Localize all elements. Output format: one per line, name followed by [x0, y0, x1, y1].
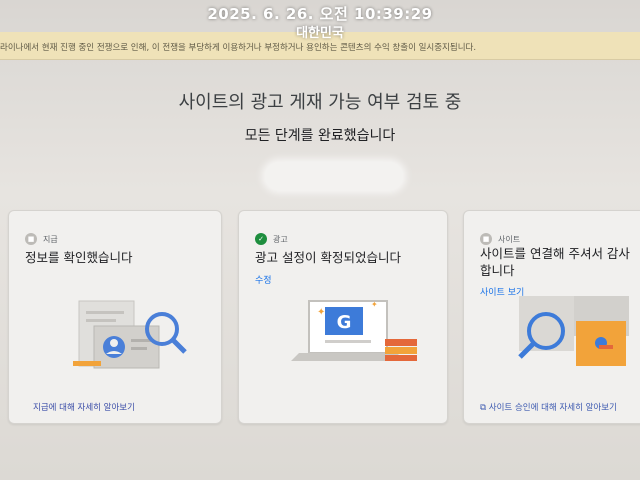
notice-text: 라이나에서 현재 진행 중인 전쟁으로 인해, 이 전쟁을 부당하게 이용하거나… [0, 43, 477, 53]
svg-text:✦: ✦ [317, 307, 325, 318]
payments-category-label: 지급 [43, 234, 58, 244]
ads-edit-link[interactable]: 수정 [255, 273, 272, 286]
pending-status-icon: ■ [480, 233, 492, 245]
payments-card: ■ 지급 정보를 확인했습니다 지급에 대해 자세히 알아보기 [8, 210, 222, 424]
svg-text:✦: ✦ [371, 300, 378, 309]
site-learn-more-link[interactable]: ⧉ 사이트 승인에 대해 자세히 알아보기 [480, 401, 617, 413]
site-category: ■ 사이트 [480, 233, 520, 245]
page-title: 사이트의 광고 게재 가능 여부 검토 중 [178, 92, 462, 113]
site-learn-more-label: 사이트 승인에 대해 자세히 알아보기 [488, 403, 617, 413]
payments-learn-more-link[interactable]: 지급에 대해 자세히 알아보기 [33, 401, 135, 413]
page-subtitle: 모든 단계를 완료했습니다 [244, 128, 396, 144]
site-card: ■ 사이트 사이트를 연결해 주셔서 감사합니다 사이트 보기 ⧉ 사이트 승인… [463, 210, 640, 424]
ads-category: ✓ 광고 [255, 233, 288, 245]
ads-card: ✓ 광고 광고 설정이 확정되었습니다 수정 G ✦ ✦ [238, 210, 448, 424]
site-url-chip [265, 162, 403, 190]
site-category-label: 사이트 [498, 234, 521, 244]
laptop-google-icon: G ✦ ✦ [291, 300, 417, 361]
payments-category: ■ 지급 [25, 233, 58, 245]
payments-card-title: 정보를 확인했습니다 [25, 250, 133, 265]
document-magnifier-icon [73, 300, 187, 369]
svg-text:G: G [337, 312, 352, 333]
ads-category-label: 광고 [273, 234, 288, 244]
site-card-title: 사이트를 연결해 주셔서 감사합니다 [480, 246, 630, 278]
external-link-icon: ⧉ [480, 403, 487, 413]
location-text: 대한민국 [296, 26, 344, 41]
ads-card-title: 광고 설정이 확정되었습니다 [255, 250, 401, 265]
check-circle-icon: ✓ [255, 233, 267, 245]
pending-status-icon: ■ [25, 233, 37, 245]
photo-timestamp-overlay: 2025. 6. 26. 오전 10:39:29 대한민국 [0, 4, 640, 44]
puzzle-magnifier-icon [518, 296, 629, 366]
timestamp-text: 2025. 6. 26. 오전 10:39:29 [207, 5, 433, 23]
